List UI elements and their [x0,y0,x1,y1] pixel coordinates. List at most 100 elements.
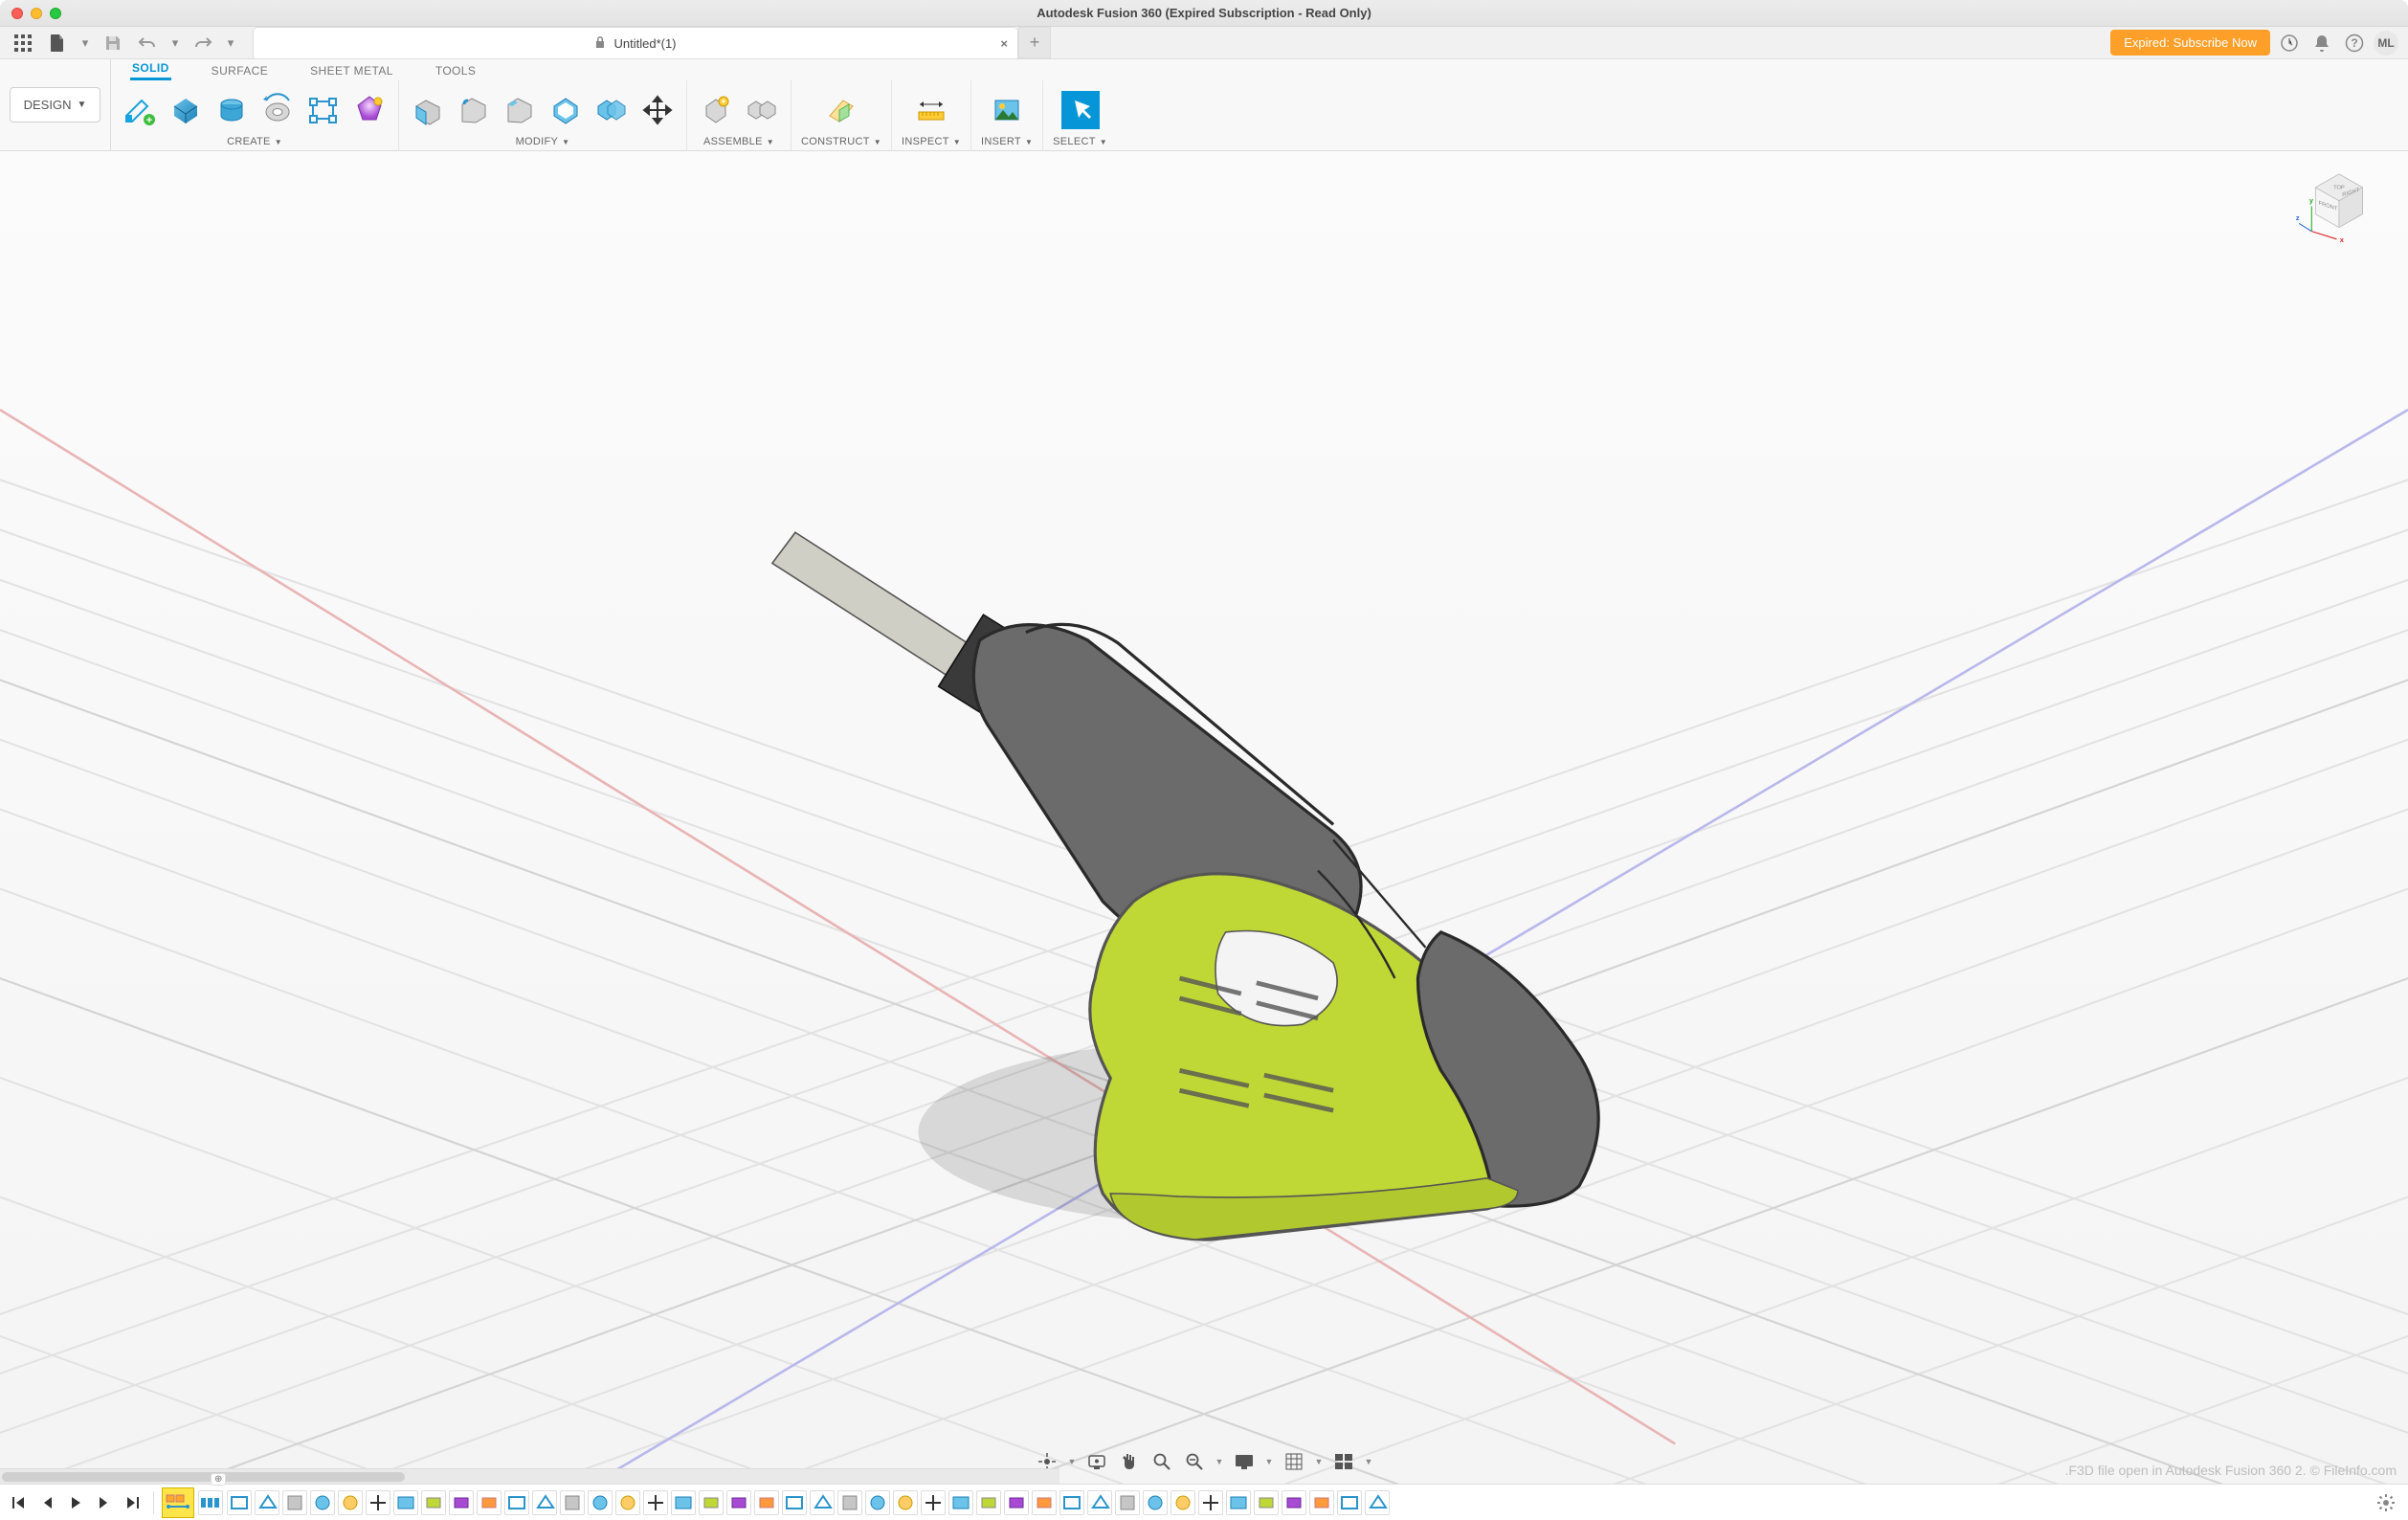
new-sketch-button[interactable]: + [121,91,159,129]
chevron-down-icon[interactable]: ▼ [1264,1449,1274,1474]
sweep-button[interactable] [304,91,343,129]
measure-button[interactable] [912,91,950,129]
timeline-play-button[interactable] [63,1488,88,1517]
look-at-button[interactable] [1084,1449,1109,1474]
timeline-feature[interactable] [477,1490,502,1515]
timeline-feature[interactable] [310,1490,335,1515]
timeline-feature[interactable] [976,1490,1001,1515]
sub-tab-surface[interactable]: SURFACE [210,62,270,80]
timeline-feature[interactable] [1198,1490,1223,1515]
timeline-feature[interactable] [393,1490,418,1515]
save-button[interactable] [100,30,126,56]
display-settings-button[interactable] [1232,1449,1257,1474]
loft-button[interactable] [350,91,389,129]
timeline-next-button[interactable] [92,1488,117,1517]
move-button[interactable] [638,91,677,129]
file-menu-button[interactable] [44,30,71,56]
combine-button[interactable] [592,91,631,129]
new-tab-button[interactable]: + [1018,27,1051,58]
app-grid-button[interactable] [10,30,36,56]
workspace-button[interactable]: DESIGN ▼ [10,87,101,123]
press-pull-button[interactable] [409,91,447,129]
chevron-down-icon[interactable]: ▼ [874,138,881,146]
sub-tab-sheet-metal[interactable]: SHEET METAL [308,62,395,80]
timeline-feature[interactable] [1087,1490,1112,1515]
timeline-feature[interactable] [810,1490,835,1515]
construct-plane-button[interactable] [822,91,860,129]
timeline-view-flat[interactable] [198,1490,223,1515]
sub-tab-solid[interactable]: SOLID [130,59,171,80]
timeline-feature[interactable] [782,1490,807,1515]
timeline-start-button[interactable] [6,1488,31,1517]
zoom-button[interactable] [1149,1449,1174,1474]
fillet-button[interactable] [455,91,493,129]
timeline-feature[interactable] [1282,1490,1306,1515]
timeline-feature[interactable] [948,1490,973,1515]
chevron-down-icon[interactable]: ▼ [1100,138,1107,146]
timeline-feature[interactable] [1309,1490,1334,1515]
create-form-button[interactable] [167,91,205,129]
timeline-feature[interactable] [282,1490,307,1515]
insert-decal-button[interactable] [988,91,1026,129]
canvas-scrollbar[interactable] [0,1468,1059,1484]
document-tab-active[interactable]: Untitled*(1) × [253,27,1018,58]
job-status-icon[interactable] [2276,30,2303,56]
chevron-down-icon[interactable]: ▼ [1215,1449,1224,1474]
timeline-feature[interactable] [504,1490,529,1515]
timeline-feature[interactable] [255,1490,279,1515]
timeline-feature[interactable] [837,1490,862,1515]
timeline-feature[interactable] [643,1490,668,1515]
chevron-down-icon[interactable]: ▼ [562,138,569,146]
timeline-prev-button[interactable] [34,1488,59,1517]
file-menu-caret-icon[interactable]: ▾ [78,30,92,56]
chevron-down-icon[interactable]: ▼ [767,138,774,146]
timeline-feature[interactable] [560,1490,585,1515]
timeline-feature[interactable] [1254,1490,1279,1515]
shell-button[interactable] [546,91,585,129]
timeline-view-toggle[interactable] [162,1487,194,1518]
chevron-down-icon[interactable]: ▼ [1067,1449,1077,1474]
timeline-feature[interactable] [726,1490,751,1515]
timeline-feature[interactable] [338,1490,363,1515]
timeline-feature[interactable] [615,1490,640,1515]
chevron-down-icon[interactable]: ▼ [275,138,282,146]
timeline-feature[interactable] [1115,1490,1140,1515]
close-tab-button[interactable]: × [1000,36,1008,51]
maximize-window-button[interactable] [50,8,61,19]
chamfer-button[interactable] [501,91,539,129]
timeline-feature[interactable] [532,1490,557,1515]
timeline-feature[interactable] [588,1490,613,1515]
user-avatar[interactable]: ML [2374,31,2398,56]
redo-caret-icon[interactable]: ▾ [224,30,237,56]
timeline-feature[interactable] [1032,1490,1057,1515]
timeline-feature[interactable] [1171,1490,1195,1515]
model-reciprocating-saw[interactable] [650,471,1709,1270]
chevron-down-icon[interactable]: ▼ [953,138,961,146]
timeline-feature[interactable] [366,1490,390,1515]
joint-button[interactable] [743,91,781,129]
timeline-feature[interactable] [1365,1490,1390,1515]
timeline-feature[interactable] [671,1490,696,1515]
redo-button[interactable] [190,30,216,56]
timeline-feature[interactable] [893,1490,918,1515]
select-button[interactable] [1061,91,1100,129]
new-component-button[interactable] [697,91,735,129]
minimize-window-button[interactable] [31,8,42,19]
timeline-feature[interactable] [865,1490,890,1515]
close-window-button[interactable] [11,8,23,19]
timeline-feature[interactable] [227,1490,252,1515]
timeline-feature[interactable] [449,1490,474,1515]
viewport-layout-button[interactable] [1331,1449,1356,1474]
help-icon[interactable]: ? [2341,30,2368,56]
undo-caret-icon[interactable]: ▾ [168,30,182,56]
sub-tab-tools[interactable]: TOOLS [434,62,478,80]
timeline-feature[interactable] [421,1490,446,1515]
timeline-feature[interactable] [1004,1490,1029,1515]
chevron-down-icon[interactable]: ▼ [1364,1449,1373,1474]
timeline-feature[interactable] [1059,1490,1084,1515]
zoom-window-button[interactable] [1182,1449,1207,1474]
timeline-feature[interactable] [1337,1490,1362,1515]
revolve-button[interactable] [258,91,297,129]
timeline-expand-button[interactable]: ⊕ [211,1473,226,1486]
extrude-button[interactable] [212,91,251,129]
